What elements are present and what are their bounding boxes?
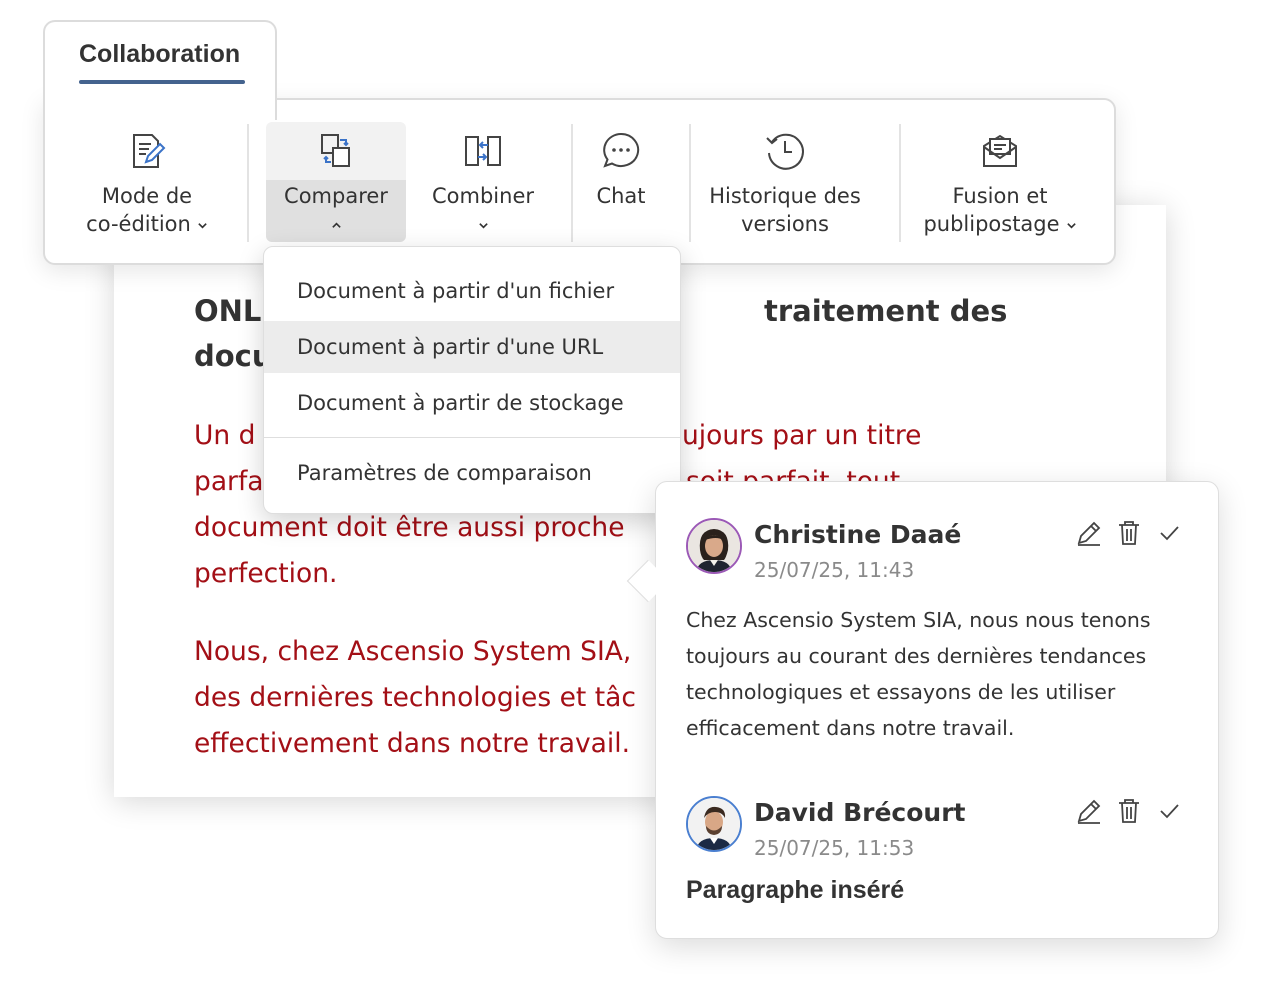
compare-icon [321,134,350,167]
deleted-text: perfection. [194,558,338,589]
chevron-up-icon [331,221,341,228]
chat-button[interactable]: Chat [585,122,657,244]
resolve-check-icon[interactable] [1154,518,1184,548]
comment-date: 25/07/25, 11:43 [754,558,915,582]
comment-item: Christine Daaé 25/07/25, 11:43 Chez Asce… [686,518,1194,748]
title-fragment: traitement des [764,294,1008,328]
separator [689,124,691,242]
chevron-down-icon [198,222,207,229]
tab-label: Collaboration [79,40,241,68]
edit-icon[interactable] [1074,518,1104,548]
inserted-text: Nous, chez Ascensio System SIA, [194,636,632,667]
menu-item-from-file[interactable]: Document à partir d'un fichier [264,265,680,317]
button-label: Comparer [284,184,388,208]
coedit-icon [133,134,166,168]
chat-icon [603,132,640,168]
delete-icon[interactable] [1114,518,1144,548]
button-label: co-édition [86,212,191,236]
button-label: Combiner [432,184,534,208]
avatar [686,518,742,574]
comment-author: Christine Daaé [754,520,962,549]
coedit-mode-button[interactable]: Mode de co-édition [71,122,223,244]
delete-icon[interactable] [1114,796,1144,826]
resolve-check-icon[interactable] [1154,796,1184,826]
compare-dropdown-menu: Document à partir d'un fichier Document … [263,246,681,514]
button-label: Chat [596,184,646,208]
menu-item-from-storage[interactable]: Document à partir de stockage [264,377,680,429]
title-fragment: ONL [194,294,262,328]
comments-panel: Christine Daaé 25/07/25, 11:43 Chez Asce… [655,481,1219,939]
ribbon-toolbar: Mode de co-édition Comparer Combiner Cha… [43,98,1116,265]
mail-merge-icon [983,134,1017,167]
separator [899,124,901,242]
separator [571,124,573,242]
button-label: publipostage [923,212,1060,236]
tab-collaboration[interactable]: Collaboration [43,20,277,120]
user-avatar-icon [688,520,740,572]
inserted-text: effectivement dans notre travail. [194,728,631,759]
mail-merge-button[interactable]: Fusion et publipostage [913,122,1087,244]
comment-actions [1074,796,1194,830]
compare-button[interactable]: Comparer [266,122,406,244]
title-fragment: docu [194,339,273,373]
deleted-text: Un d [194,420,256,451]
button-label: Historique des [709,184,861,208]
chevron-down-icon [478,222,488,229]
chevron-down-icon [1066,222,1076,229]
history-icon [766,133,804,170]
user-avatar-icon [688,798,740,850]
comment-actions [1074,518,1194,552]
comment-item: David Brécourt 25/07/25, 11:53 Paragraph… [686,796,1194,916]
active-tab-indicator [79,80,245,84]
button-label: Mode de [101,184,193,208]
inserted-text: des dernières technologies et tâc [194,682,636,713]
combine-icon [465,136,501,166]
menu-item-compare-settings[interactable]: Paramètres de comparaison [264,447,680,499]
menu-divider [264,437,680,438]
comment-author: David Brécourt [754,798,966,827]
button-label: versions [741,212,829,236]
separator [247,124,249,242]
avatar [686,796,742,852]
version-history-button[interactable]: Historique des versions [703,122,867,244]
comment-date: 25/07/25, 11:53 [754,836,915,860]
button-label: Fusion et [952,184,1048,208]
deleted-text: ujours par un titre [682,420,922,451]
comment-text: Paragraphe inséré [686,876,905,904]
combine-button[interactable]: Combiner [423,122,543,244]
edit-icon[interactable] [1074,796,1104,826]
menu-item-from-url[interactable]: Document à partir d'une URL [264,321,680,373]
deleted-text: parfa [194,466,264,497]
comment-text: Chez Ascensio System SIA, nous nous teno… [686,608,1151,740]
